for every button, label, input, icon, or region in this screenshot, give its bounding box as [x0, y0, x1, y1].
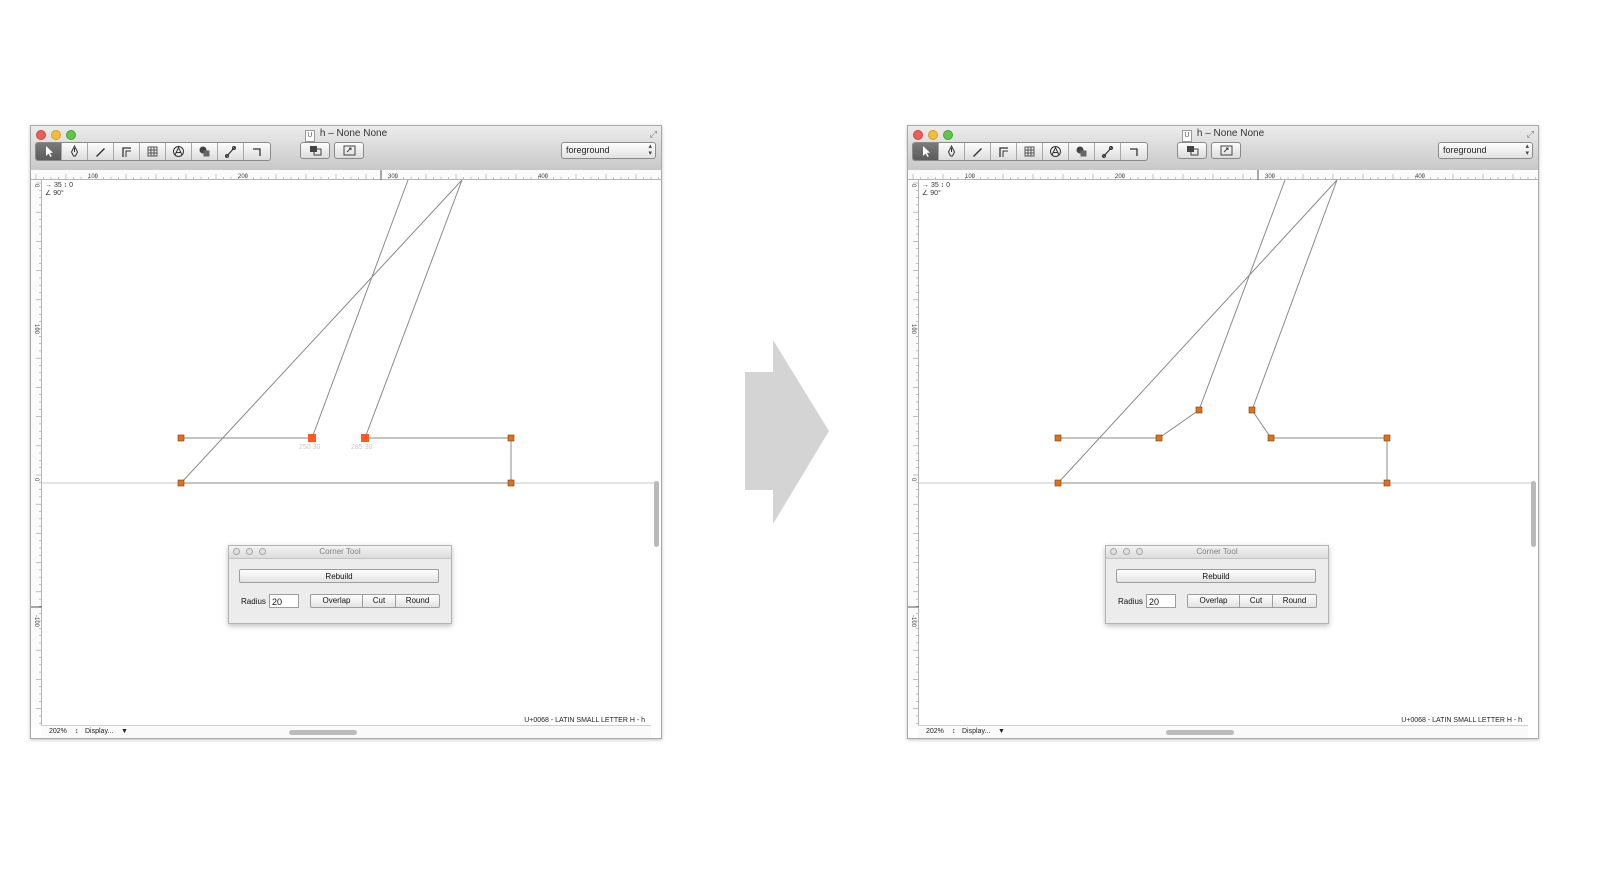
vertical-scrollbar[interactable]: [654, 481, 659, 547]
vertical-scrollbar[interactable]: [1531, 481, 1536, 547]
dropdown-arrow-icon[interactable]: ▼: [998, 726, 1005, 738]
cut-button[interactable]: Cut: [363, 595, 396, 607]
status-bar: 202% ↕ Display... ▼: [918, 725, 1528, 738]
overlap-button[interactable]: Overlap: [1188, 595, 1240, 607]
status-bar: 202% ↕ Display... ▼: [41, 725, 651, 738]
corner-tool-panel: Corner Tool Rebuild Radius 20 Overlap Cu…: [228, 545, 452, 624]
contour-node[interactable]: [1383, 479, 1391, 487]
stepper-icon[interactable]: ↕: [952, 726, 956, 738]
panel-minimize-button[interactable]: [1123, 548, 1130, 555]
glyph-editor-window-after: Uh – None None ⤢ foreground ▴ ▾ 100 200 30…: [907, 125, 1539, 739]
radius-label: Radius: [1118, 597, 1143, 606]
cut-button[interactable]: Cut: [1240, 595, 1273, 607]
display-menu[interactable]: Display...: [962, 726, 990, 738]
contour-node[interactable]: [1383, 434, 1391, 442]
rebuild-button[interactable]: Rebuild: [239, 569, 439, 583]
glyph-contour[interactable]: [179, 179, 512, 484]
overlap-button[interactable]: Overlap: [311, 595, 363, 607]
right-arrow-icon: [745, 340, 829, 524]
panel-close-button[interactable]: [233, 548, 240, 555]
stepper-icon[interactable]: ↕: [75, 726, 79, 738]
contour-node[interactable]: [1267, 434, 1275, 442]
unicode-info: U+0068 - LATIN SMALL LETTER H - h: [524, 717, 645, 724]
selected-node[interactable]: [308, 434, 316, 442]
rebuild-button[interactable]: Rebuild: [1116, 569, 1316, 583]
contour-node[interactable]: [177, 434, 185, 442]
horizontal-scrollbar[interactable]: [1166, 730, 1234, 735]
radius-input[interactable]: 20: [1146, 594, 1176, 608]
panel-zoom-button[interactable]: [259, 548, 266, 555]
glyph-editor-window-before: Uh – None None ⤢ foreground ▴ ▾ 100 200 30…: [30, 125, 662, 739]
point-coordinate-label: 250 30: [299, 444, 321, 451]
corner-mode-buttons: Overlap Cut Round: [1187, 594, 1317, 608]
contour-node[interactable]: [1248, 406, 1256, 414]
contour-node[interactable]: [1054, 479, 1062, 487]
round-button[interactable]: Round: [1273, 595, 1316, 607]
panel-minimize-button[interactable]: [246, 548, 253, 555]
corner-tool-panel: Corner Tool Rebuild Radius 20 Overlap Cu…: [1105, 545, 1329, 624]
contour-node[interactable]: [507, 434, 515, 442]
contour-node[interactable]: [1195, 406, 1203, 414]
panel-title: Corner Tool: [1196, 547, 1238, 556]
dropdown-arrow-icon[interactable]: ▼: [121, 726, 128, 738]
display-menu[interactable]: Display...: [85, 726, 113, 738]
glyph-contour[interactable]: [1056, 179, 1388, 484]
panel-title-bar: Corner Tool: [1106, 546, 1328, 559]
contour-node[interactable]: [1054, 434, 1062, 442]
unicode-info: U+0068 - LATIN SMALL LETTER H - h: [1401, 717, 1522, 724]
radius-label: Radius: [241, 597, 266, 606]
contour-node[interactable]: [507, 479, 515, 487]
panel-zoom-button[interactable]: [1136, 548, 1143, 555]
panel-close-button[interactable]: [1110, 548, 1117, 555]
selected-node[interactable]: [361, 434, 369, 442]
zoom-level[interactable]: 202%: [49, 726, 67, 738]
zoom-level[interactable]: 202%: [926, 726, 944, 738]
contour-node[interactable]: [177, 479, 185, 487]
horizontal-scrollbar[interactable]: [289, 730, 357, 735]
glyph-canvas[interactable]: 250 30 285 30: [31, 126, 661, 738]
point-coordinate-label: 285 30: [351, 444, 373, 451]
glyph-canvas[interactable]: [908, 126, 1538, 738]
panel-title-bar: Corner Tool: [229, 546, 451, 559]
radius-input[interactable]: 20: [269, 594, 299, 608]
round-button[interactable]: Round: [396, 595, 439, 607]
contour-node[interactable]: [1155, 434, 1163, 442]
panel-title: Corner Tool: [319, 547, 361, 556]
corner-mode-buttons: Overlap Cut Round: [310, 594, 440, 608]
